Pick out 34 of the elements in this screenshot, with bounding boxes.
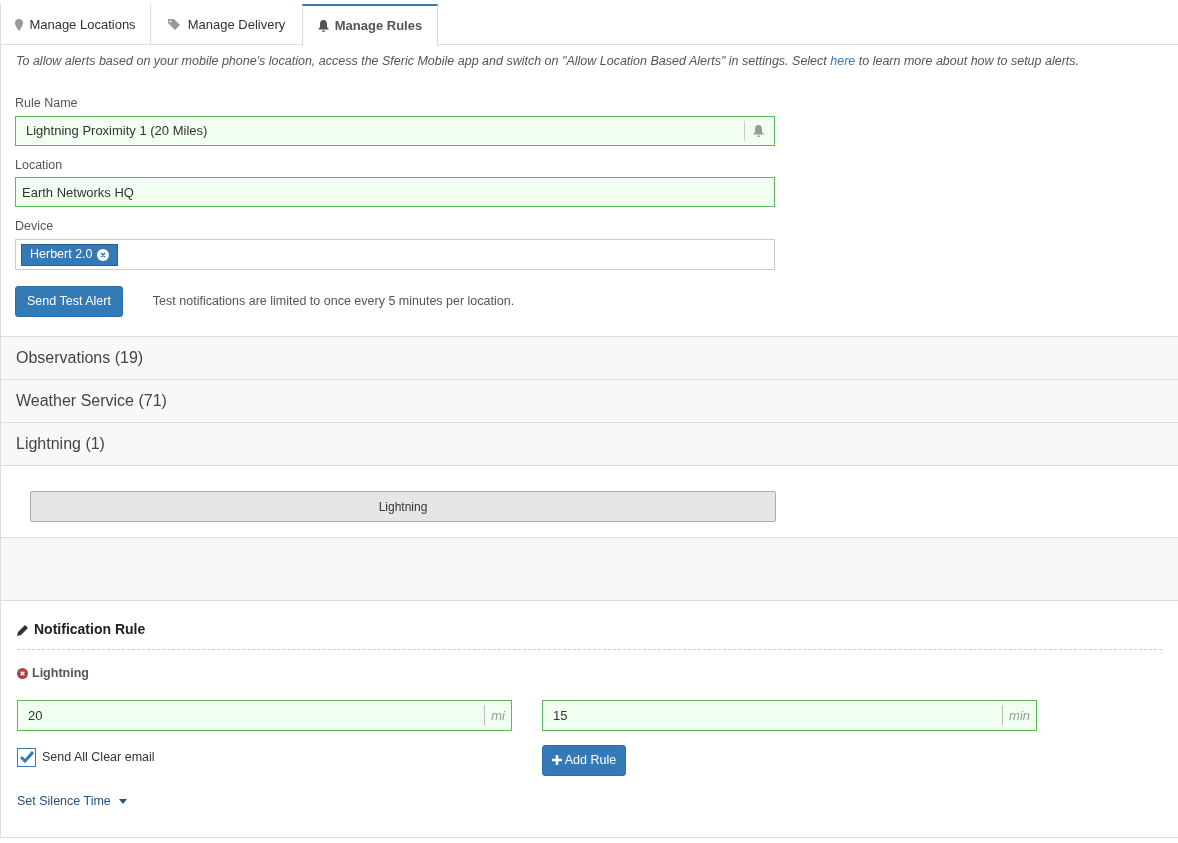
section-header[interactable]: Lightning (1) xyxy=(1,422,1178,465)
section-header[interactable]: Weather Service (71) xyxy=(1,379,1178,422)
tab[interactable]: Manage Locations xyxy=(0,4,150,45)
test-note: Test notifications are limited to once every 5 minutes per location. xyxy=(152,293,515,311)
distance-field[interactable]: 20 mi xyxy=(17,699,512,731)
bell-icon xyxy=(753,124,764,137)
add-rule-button[interactable]: Add Rule xyxy=(542,744,626,776)
send-test-alert-button[interactable]: Send Test Alert xyxy=(15,286,123,317)
info-text: To allow alerts based on your mobile phone's location, access the Sferic Mobile app and switch on "Allow Location Based Alerts" in settings. Select here to learn more about how to setup alerts. xyxy=(16,53,1081,70)
map-pin-icon xyxy=(15,18,24,31)
device-tag[interactable]: Herbert 2.0 xyxy=(21,243,118,266)
checkbox[interactable] xyxy=(17,747,36,767)
plus-icon xyxy=(551,755,562,766)
remove-icon[interactable] xyxy=(96,248,109,261)
section-header[interactable]: Observations (19) xyxy=(1,336,1178,379)
caret-icon xyxy=(118,798,127,804)
lightning-option-button[interactable]: Lightning xyxy=(30,491,776,522)
rule-type-label: Lightning xyxy=(32,665,89,682)
tags-icon xyxy=(167,18,182,31)
field-label: Rule Name xyxy=(15,94,79,112)
tab[interactable]: Manage Rules xyxy=(302,4,438,46)
rule-name-field[interactable]: Lightning Proximity 1 (20 Miles) xyxy=(15,115,775,146)
checkbox-label: Send All Clear email xyxy=(42,748,155,766)
silence-time-link[interactable]: Set Silence Time xyxy=(17,791,127,811)
help-link[interactable]: here xyxy=(830,54,856,68)
time-field[interactable]: 15 min xyxy=(542,699,1037,731)
remove-icon[interactable] xyxy=(17,667,28,679)
location-field[interactable]: Earth Networks HQ xyxy=(15,177,775,208)
device-field[interactable]: Herbert 2.0 xyxy=(15,239,775,270)
pencil-icon xyxy=(17,623,29,636)
field-label: Device xyxy=(15,218,55,236)
field-label: Location xyxy=(15,156,64,174)
section-title: Notification Rule xyxy=(34,620,146,639)
bell-icon xyxy=(317,20,329,32)
